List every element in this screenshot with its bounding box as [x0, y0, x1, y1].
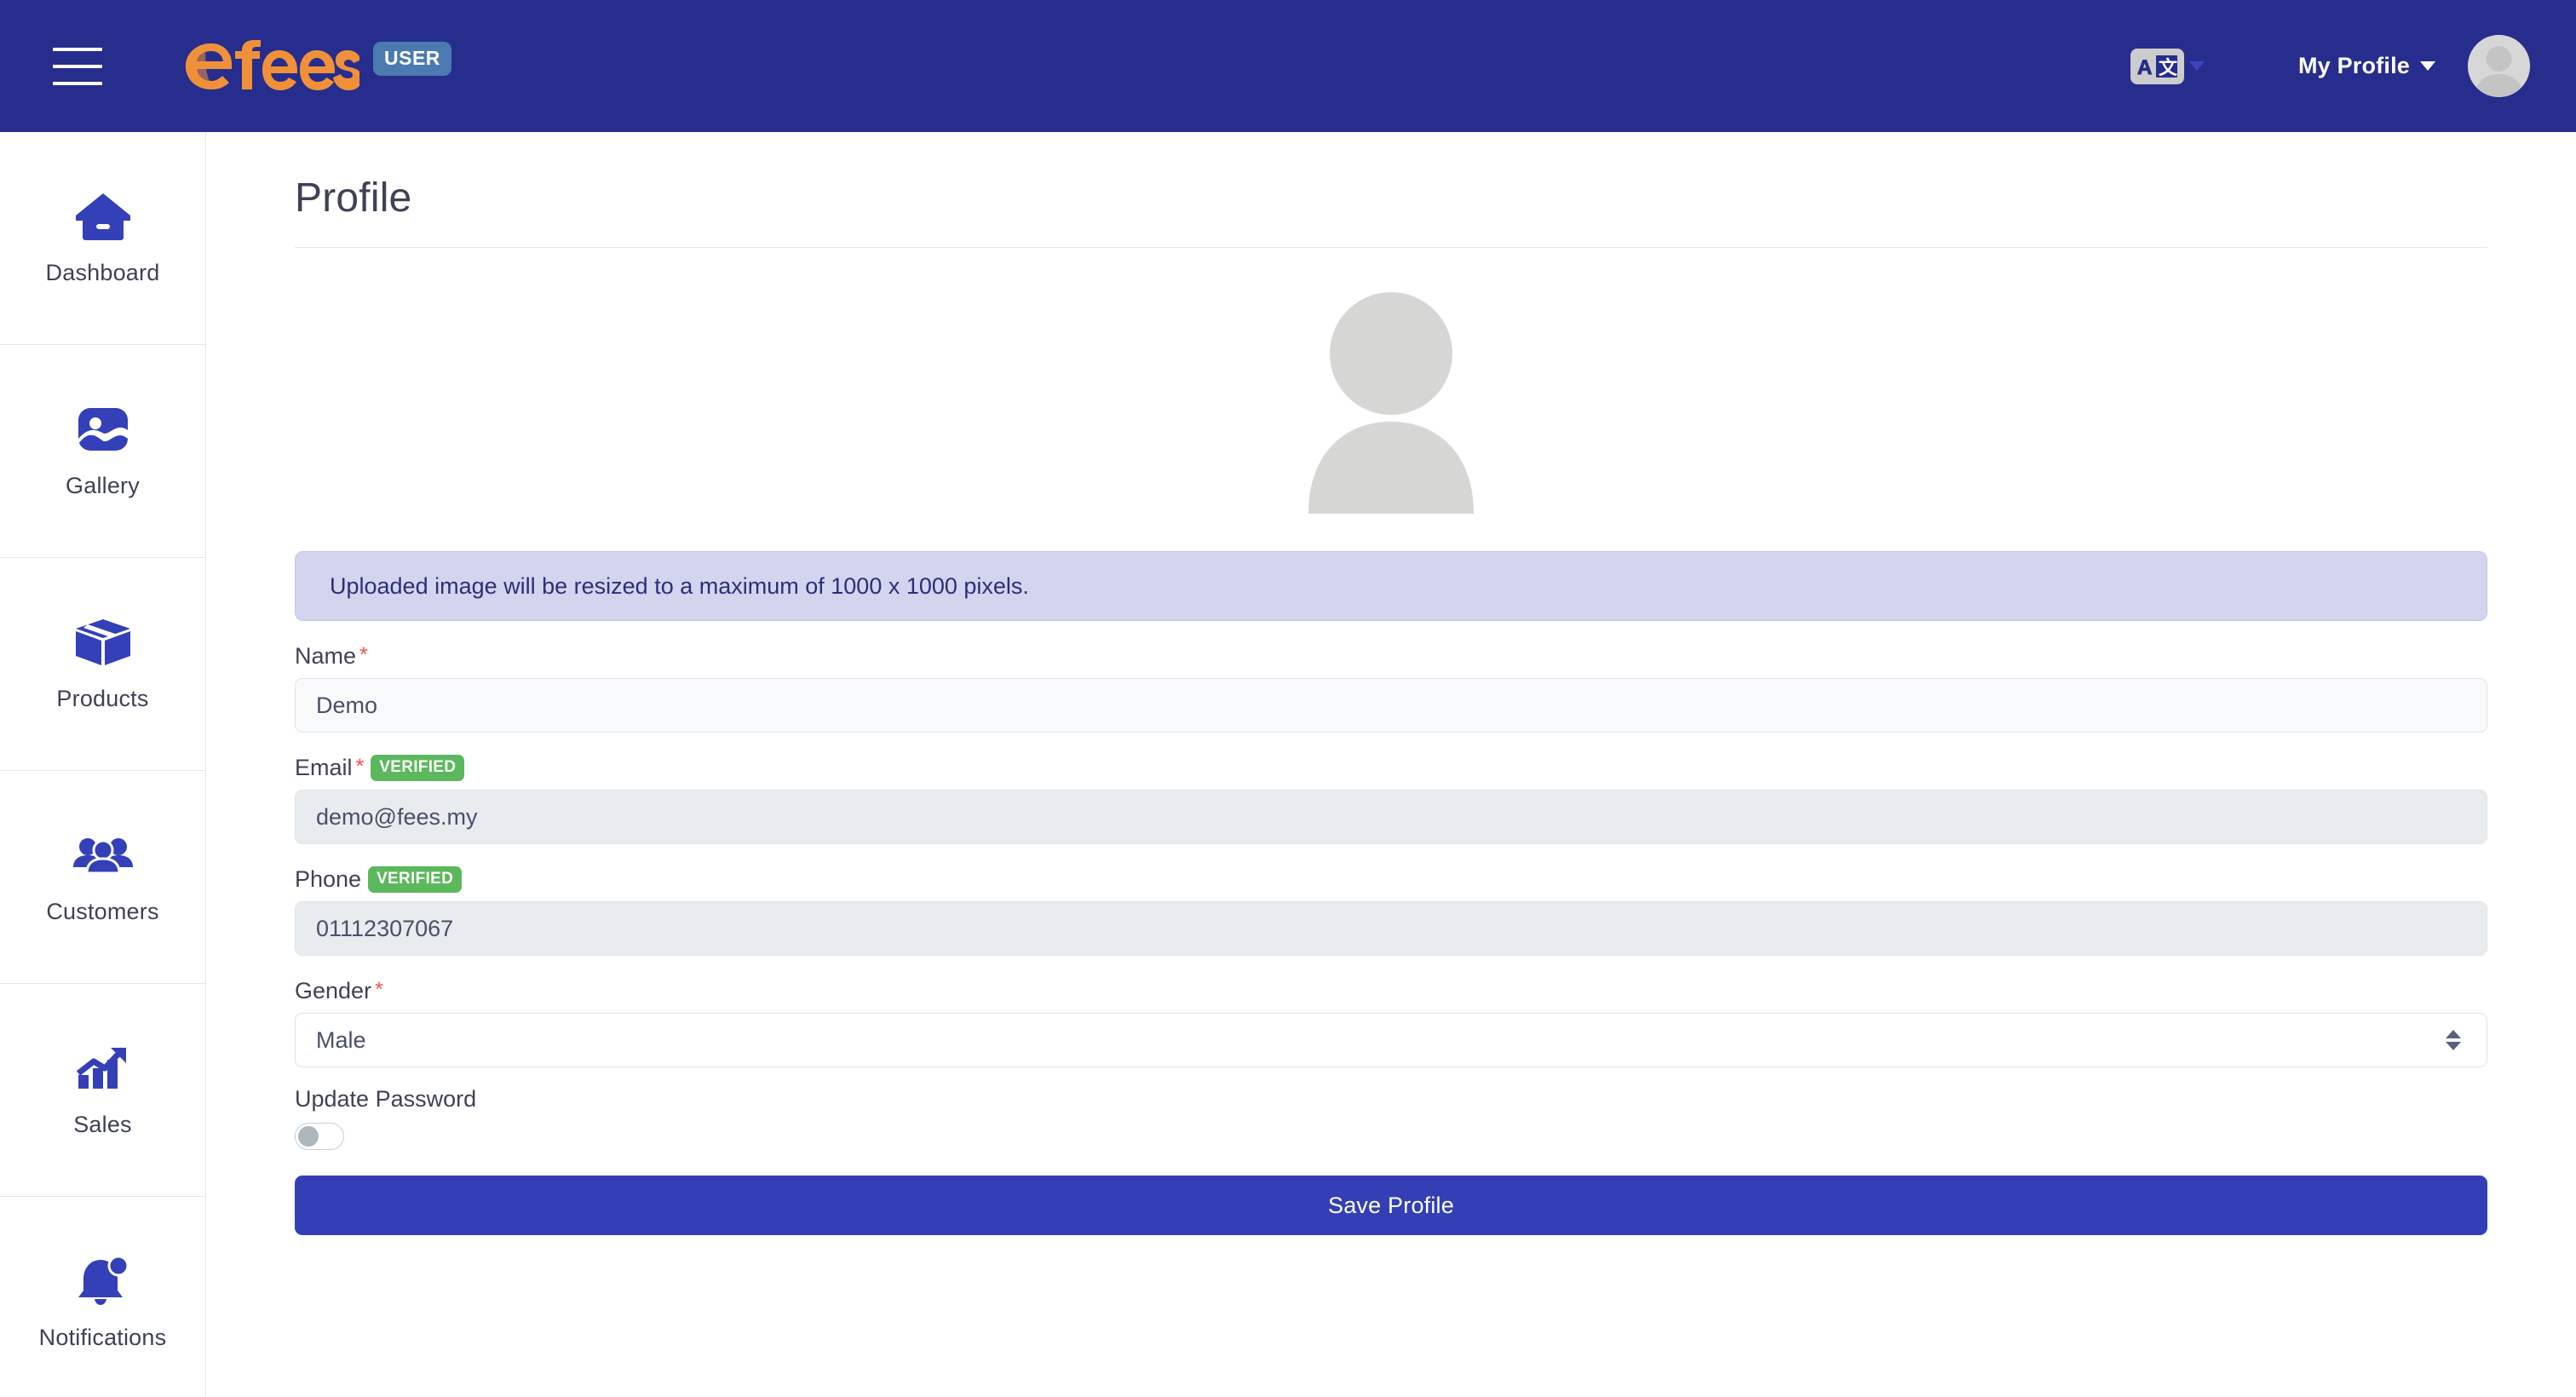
save-profile-button[interactable]: Save Profile — [295, 1176, 2487, 1235]
bell-icon — [75, 1255, 131, 1308]
sidebar-item-label: Customers — [46, 899, 159, 924]
hamburger-bar — [53, 47, 102, 51]
people-group-icon — [72, 829, 133, 882]
name-label: Name — [295, 643, 357, 669]
image-icon — [77, 403, 129, 456]
email-verified-badge: VERIFIED — [371, 755, 465, 781]
title-divider — [295, 247, 2487, 248]
email-input: demo@fees.my — [295, 790, 2487, 844]
top-navbar: USER A 文 My Profile — [0, 0, 2576, 132]
update-password-group: Update Password — [295, 1086, 2487, 1150]
my-profile-label: My Profile — [2297, 53, 2410, 78]
box-icon — [74, 616, 132, 669]
alert-text: Uploaded image will be resized to a maxi… — [330, 572, 1029, 599]
sidebar-item-dashboard[interactable]: Dashboard — [0, 132, 205, 345]
main-content: Profile Uploaded image will be resized t… — [206, 132, 2576, 1397]
language-switcher[interactable]: A 文 — [2130, 48, 2205, 84]
chart-growth-icon — [76, 1042, 129, 1095]
required-marker: * — [359, 643, 368, 667]
sidebar-item-label: Products — [56, 686, 149, 711]
phone-verified-badge: VERIFIED — [368, 866, 463, 893]
gender-select[interactable]: Male — [295, 1013, 2487, 1067]
user-role-badge: USER — [373, 41, 451, 76]
efees-logo-icon — [181, 39, 359, 93]
name-field-group: Name * Demo — [295, 643, 2487, 733]
email-label: Email — [295, 755, 353, 780]
name-label-row: Name * — [295, 643, 2487, 670]
sidebar-item-label: Dashboard — [45, 260, 160, 285]
phone-label-row: Phone VERIFIED — [295, 866, 2487, 893]
phone-label: Phone — [295, 866, 362, 892]
hamburger-bar — [53, 64, 102, 68]
image-resize-alert: Uploaded image will be resized to a maxi… — [295, 551, 2487, 621]
profile-avatar-placeholder[interactable] — [1276, 284, 1506, 514]
my-profile-dropdown[interactable]: My Profile — [2298, 53, 2435, 79]
chevron-down-icon — [2188, 61, 2205, 71]
sidebar-item-customers[interactable]: Customers — [0, 771, 205, 984]
chevron-down-icon — [2446, 1042, 2461, 1050]
chevron-down-icon — [2420, 61, 2435, 71]
profile-form: Name * Demo Email * VERIFIED demo@fees.m… — [295, 643, 2487, 1235]
sidebar-item-notifications[interactable]: Notifications — [0, 1197, 205, 1397]
phone-input: 01112307067 — [295, 901, 2487, 956]
required-marker: * — [355, 755, 365, 779]
left-sidebar: Dashboard Gallery Products Customers Sal… — [0, 132, 206, 1397]
sidebar-item-label: Gallery — [66, 473, 140, 498]
sidebar-item-gallery[interactable]: Gallery — [0, 345, 205, 558]
sidebar-item-label: Sales — [73, 1112, 132, 1137]
svg-text:文: 文 — [2159, 57, 2178, 78]
update-password-toggle[interactable] — [295, 1123, 344, 1150]
home-icon — [74, 190, 132, 243]
svg-text:A: A — [2137, 56, 2152, 79]
update-password-label: Update Password — [295, 1086, 477, 1112]
page-title: Profile — [295, 175, 412, 221]
gender-label: Gender — [295, 978, 372, 1003]
profile-avatar-section — [257, 284, 2525, 514]
gender-selected-value: Male — [316, 1026, 366, 1053]
brand-logo-link[interactable]: USER — [181, 39, 451, 93]
phone-field-group: Phone VERIFIED 01112307067 — [295, 866, 2487, 956]
sidebar-item-label: Notifications — [38, 1325, 167, 1350]
gender-field-group: Gender * Male — [295, 978, 2487, 1067]
navbar-right-group: A 文 My Profile — [2130, 35, 2530, 97]
translate-icon: A 文 — [2130, 48, 2184, 84]
sidebar-item-sales[interactable]: Sales — [0, 984, 205, 1197]
chevron-up-icon — [2446, 1030, 2461, 1038]
required-marker: * — [375, 978, 383, 1002]
sidebar-item-products[interactable]: Products — [0, 558, 205, 771]
select-stepper-icon — [2446, 1030, 2461, 1050]
name-input[interactable]: Demo — [295, 678, 2487, 733]
toggle-knob — [298, 1126, 319, 1147]
hamburger-bar — [53, 81, 102, 85]
gender-label-row: Gender * — [295, 978, 2487, 1004]
email-field-group: Email * VERIFIED demo@fees.my — [295, 755, 2487, 844]
navbar-avatar[interactable] — [2468, 35, 2530, 97]
hamburger-menu-icon[interactable] — [53, 47, 102, 85]
email-label-row: Email * VERIFIED — [295, 755, 2487, 781]
